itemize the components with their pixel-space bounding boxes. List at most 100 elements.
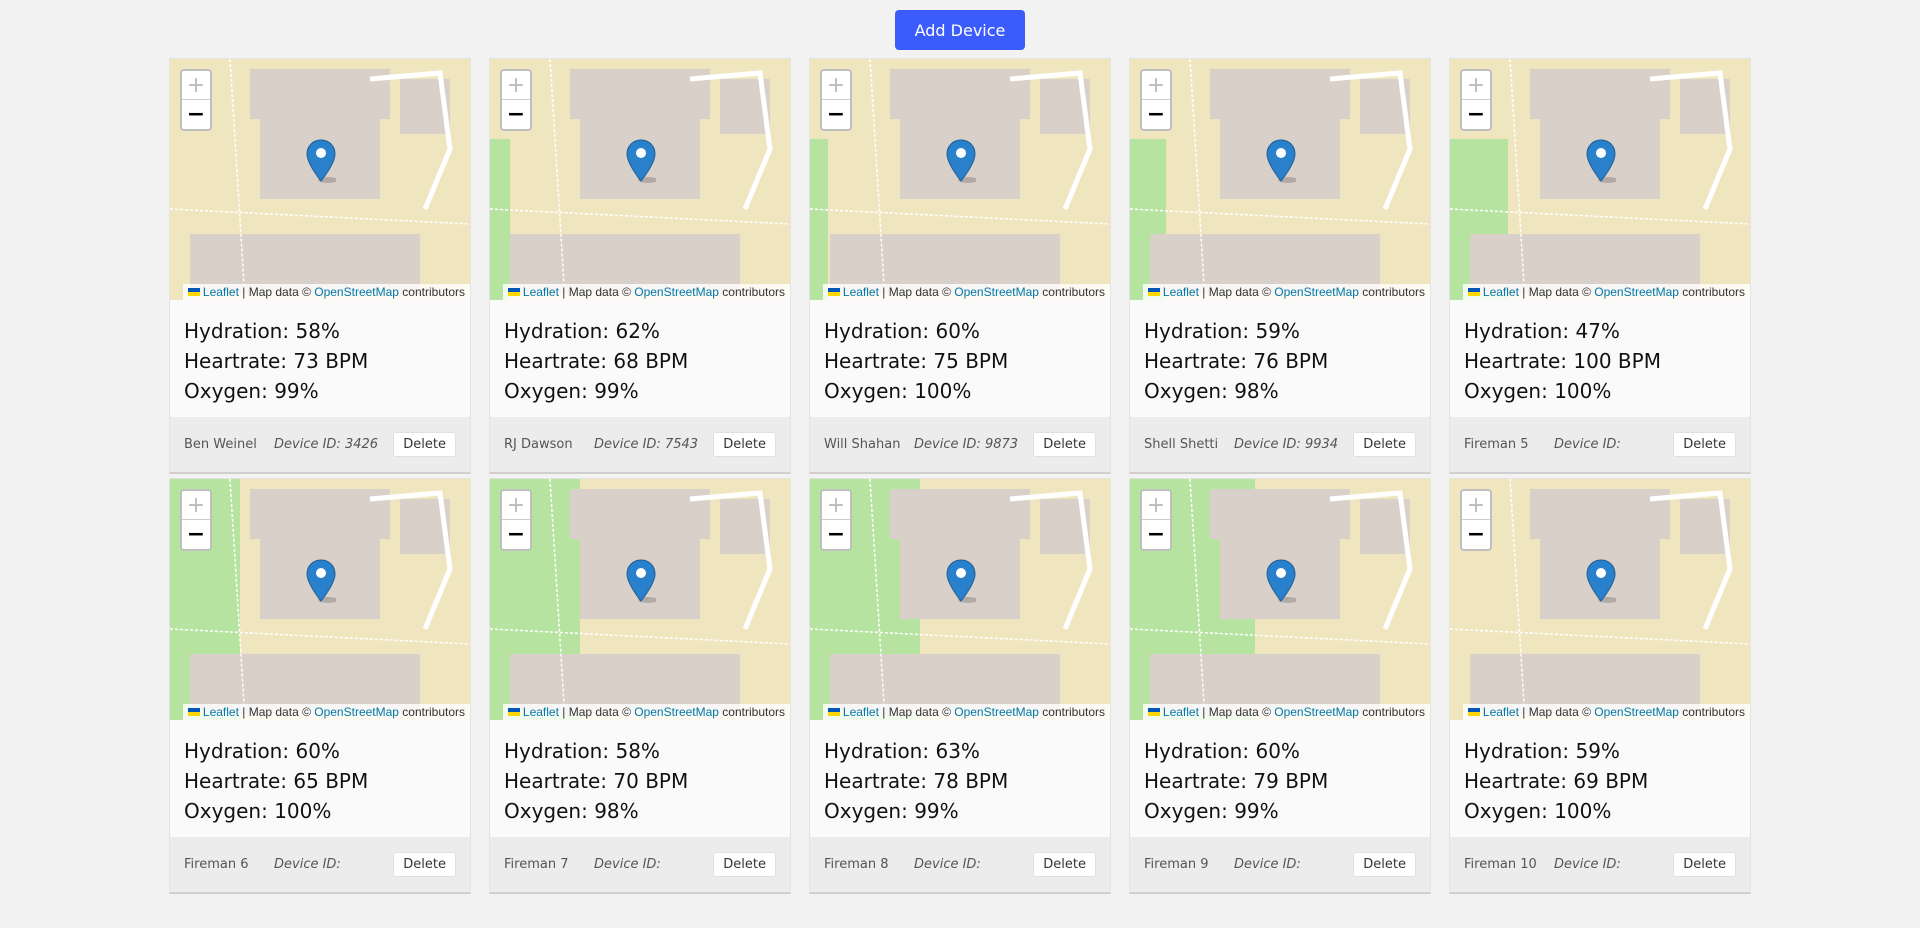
leaflet-link[interactable]: Leaflet xyxy=(1163,285,1199,299)
zoom-in-button[interactable]: + xyxy=(1142,491,1170,520)
device-owner: Fireman 5 xyxy=(1464,437,1529,452)
map-marker-icon[interactable] xyxy=(306,139,336,183)
device-map[interactable]: + − Leaflet | Map data © OpenStreetMap c… xyxy=(1130,59,1430,300)
leaflet-link[interactable]: Leaflet xyxy=(523,705,559,719)
add-device-button[interactable]: Add Device xyxy=(895,10,1025,50)
zoom-out-button[interactable]: − xyxy=(822,520,850,549)
map-marker-icon[interactable] xyxy=(946,139,976,183)
delete-button[interactable]: Delete xyxy=(713,852,776,877)
zoom-out-button[interactable]: − xyxy=(822,100,850,129)
delete-button[interactable]: Delete xyxy=(393,852,456,877)
device-footer: Fireman 5 Device ID: Delete xyxy=(1450,417,1750,472)
map-marker-icon[interactable] xyxy=(1266,139,1296,183)
delete-button[interactable]: Delete xyxy=(1033,852,1096,877)
device-map[interactable]: + − Leaflet | Map data © OpenStreetMap c… xyxy=(810,59,1110,300)
zoom-in-button[interactable]: + xyxy=(502,491,530,520)
attribution-separator: | Map data © xyxy=(878,705,955,719)
zoom-in-button[interactable]: + xyxy=(502,71,530,100)
delete-button[interactable]: Delete xyxy=(1673,432,1736,457)
heartrate-reading: Heartrate: 65 BPM xyxy=(184,766,456,796)
leaflet-link[interactable]: Leaflet xyxy=(843,705,879,719)
oxygen-label: Oxygen: xyxy=(184,799,275,823)
ukraine-flag-icon xyxy=(1467,708,1480,716)
device-id-label: Device ID: xyxy=(1554,437,1621,452)
map-marker-icon[interactable] xyxy=(1586,139,1616,183)
device-footer: Fireman 6 Device ID: Delete xyxy=(170,837,470,892)
zoom-out-button[interactable]: − xyxy=(1142,520,1170,549)
device-footer: Ben Weinel Device ID: 3426 Delete xyxy=(170,417,470,472)
map-marker-icon[interactable] xyxy=(626,139,656,183)
openstreetmap-link[interactable]: OpenStreetMap xyxy=(954,285,1039,299)
device-footer: Shell Shetti Device ID: 9934 Delete xyxy=(1130,417,1430,472)
zoom-out-button[interactable]: − xyxy=(502,520,530,549)
openstreetmap-link[interactable]: OpenStreetMap xyxy=(1594,705,1679,719)
openstreetmap-link[interactable]: OpenStreetMap xyxy=(634,285,719,299)
map-attribution: Leaflet | Map data © OpenStreetMap contr… xyxy=(1462,284,1750,300)
zoom-in-button[interactable]: + xyxy=(822,71,850,100)
leaflet-link[interactable]: Leaflet xyxy=(1483,285,1519,299)
oxygen-reading: Oxygen: 100% xyxy=(824,376,1096,406)
leaflet-link[interactable]: Leaflet xyxy=(1163,705,1199,719)
openstreetmap-link[interactable]: OpenStreetMap xyxy=(954,705,1039,719)
hydration-label: Hydration: xyxy=(504,319,616,343)
openstreetmap-link[interactable]: OpenStreetMap xyxy=(314,705,399,719)
attribution-tail: contributors xyxy=(1038,285,1105,299)
zoom-in-button[interactable]: + xyxy=(182,491,210,520)
device-map[interactable]: + − Leaflet | Map data © OpenStreetMap c… xyxy=(1450,59,1750,300)
leaflet-link[interactable]: Leaflet xyxy=(203,705,239,719)
openstreetmap-link[interactable]: OpenStreetMap xyxy=(1594,285,1679,299)
zoom-in-button[interactable]: + xyxy=(182,71,210,100)
heartrate-value: 75 BPM xyxy=(933,349,1009,373)
map-marker-icon[interactable] xyxy=(1266,559,1296,603)
device-map[interactable]: + − Leaflet | Map data © OpenStreetMap c… xyxy=(170,59,470,300)
delete-button[interactable]: Delete xyxy=(1673,852,1736,877)
leaflet-link[interactable]: Leaflet xyxy=(1483,705,1519,719)
zoom-out-button[interactable]: − xyxy=(502,100,530,129)
device-map[interactable]: + − Leaflet | Map data © OpenStreetMap c… xyxy=(810,479,1110,720)
device-map[interactable]: + − Leaflet | Map data © OpenStreetMap c… xyxy=(1130,479,1430,720)
zoom-out-button[interactable]: − xyxy=(182,100,210,129)
zoom-in-button[interactable]: + xyxy=(1462,71,1490,100)
delete-button[interactable]: Delete xyxy=(1353,852,1416,877)
device-id-label: Device ID: xyxy=(594,857,661,872)
leaflet-link[interactable]: Leaflet xyxy=(843,285,879,299)
delete-button[interactable]: Delete xyxy=(1033,432,1096,457)
oxygen-reading: Oxygen: 99% xyxy=(184,376,456,406)
delete-button[interactable]: Delete xyxy=(713,432,776,457)
zoom-out-button[interactable]: − xyxy=(182,520,210,549)
oxygen-value: 98% xyxy=(594,799,639,823)
openstreetmap-link[interactable]: OpenStreetMap xyxy=(634,705,719,719)
device-id-value: 9934 xyxy=(1304,437,1339,452)
zoom-in-button[interactable]: + xyxy=(1462,491,1490,520)
delete-button[interactable]: Delete xyxy=(393,432,456,457)
leaflet-link[interactable]: Leaflet xyxy=(523,285,559,299)
device-map[interactable]: + − Leaflet | Map data © OpenStreetMap c… xyxy=(170,479,470,720)
device-footer: Will Shahan Device ID: 9873 Delete xyxy=(810,417,1110,472)
device-map[interactable]: + − Leaflet | Map data © OpenStreetMap c… xyxy=(490,59,790,300)
device-owner: RJ Dawson xyxy=(504,437,573,452)
delete-button[interactable]: Delete xyxy=(1353,432,1416,457)
openstreetmap-link[interactable]: OpenStreetMap xyxy=(1274,285,1359,299)
zoom-in-button[interactable]: + xyxy=(1142,71,1170,100)
map-marker-icon[interactable] xyxy=(946,559,976,603)
device-owner: Fireman 9 xyxy=(1144,857,1209,872)
map-marker-icon[interactable] xyxy=(306,559,336,603)
leaflet-link[interactable]: Leaflet xyxy=(203,285,239,299)
hydration-reading: Hydration: 63% xyxy=(824,736,1096,766)
device-map[interactable]: + − Leaflet | Map data © OpenStreetMap c… xyxy=(1450,479,1750,720)
heartrate-reading: Heartrate: 79 BPM xyxy=(1144,766,1416,796)
zoom-out-button[interactable]: − xyxy=(1142,100,1170,129)
zoom-out-button[interactable]: − xyxy=(1462,100,1490,129)
device-id-label: Device ID: xyxy=(1234,437,1305,452)
attribution-separator: | Map data © xyxy=(878,285,955,299)
openstreetmap-link[interactable]: OpenStreetMap xyxy=(1274,705,1359,719)
map-attribution: Leaflet | Map data © OpenStreetMap contr… xyxy=(182,704,470,720)
device-id: Device ID: xyxy=(594,857,713,872)
zoom-out-button[interactable]: − xyxy=(1462,520,1490,549)
zoom-in-button[interactable]: + xyxy=(822,491,850,520)
map-marker-icon[interactable] xyxy=(1586,559,1616,603)
device-map[interactable]: + − Leaflet | Map data © OpenStreetMap c… xyxy=(490,479,790,720)
map-marker-icon[interactable] xyxy=(626,559,656,603)
openstreetmap-link[interactable]: OpenStreetMap xyxy=(314,285,399,299)
device-owner: Fireman 7 xyxy=(504,857,569,872)
